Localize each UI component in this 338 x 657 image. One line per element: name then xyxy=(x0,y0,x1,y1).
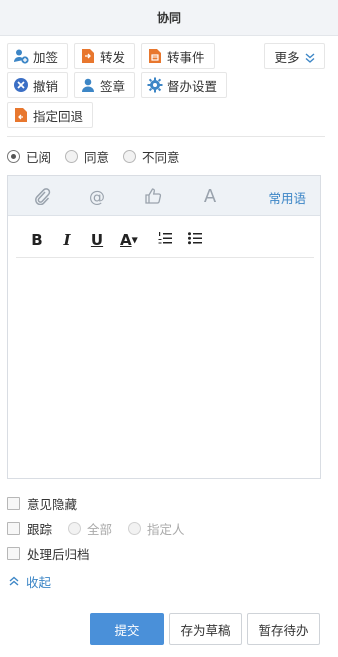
to-event-button[interactable]: 转事件 xyxy=(141,43,215,69)
common-phrases-link[interactable]: 常用语 xyxy=(268,188,306,207)
forward-doc-icon xyxy=(80,48,96,64)
italic-button[interactable]: I xyxy=(60,230,74,250)
proxy-setting-label: 督办设置 xyxy=(167,78,218,94)
radio-disagree-label: 不同意 xyxy=(142,149,180,165)
font-color-letter: A xyxy=(120,231,132,249)
opinion-editor: @ A 常用语 B I U A▼ xyxy=(7,175,321,479)
hold-pending-button[interactable]: 暂存待办 xyxy=(247,613,320,645)
sign-seal-label: 签章 xyxy=(100,78,126,94)
forward-button[interactable]: 转发 xyxy=(74,43,135,69)
hide-opinion-label: 意见隐藏 xyxy=(27,496,78,512)
proxy-setting-button[interactable]: 督办设置 xyxy=(141,72,227,98)
opinion-radio-group: 已阅 同意 不同意 xyxy=(7,147,194,165)
submit-button[interactable]: 提交 xyxy=(90,613,164,645)
track-specified-radio[interactable]: 指定人 xyxy=(128,519,185,538)
track-checkbox[interactable]: 跟踪 xyxy=(7,519,52,538)
track-row: 跟踪 全部 指定人 xyxy=(7,519,185,537)
more-button[interactable]: 更多 xyxy=(264,43,325,69)
collapse-toggle[interactable]: 收起 xyxy=(8,572,51,590)
archive-after-label: 处理后归档 xyxy=(27,546,90,562)
underline-button[interactable]: U xyxy=(90,230,104,250)
format-toolbar: B I U A▼ xyxy=(16,222,314,258)
caret-down-icon: ▼ xyxy=(131,235,138,245)
add-user-icon xyxy=(13,48,29,64)
bold-button[interactable]: B xyxy=(30,230,44,250)
radio-agree[interactable]: 同意 xyxy=(65,147,109,166)
add-sign-label: 加签 xyxy=(33,49,59,65)
track-all-radio[interactable]: 全部 xyxy=(68,519,112,538)
radio-read-circle[interactable] xyxy=(7,149,20,163)
sign-seal-button[interactable]: 签章 xyxy=(74,72,135,98)
more-label: 更多 xyxy=(274,49,300,65)
assign-return-button[interactable]: 指定回退 xyxy=(7,102,93,128)
track-label: 跟踪 xyxy=(27,521,53,537)
event-doc-icon xyxy=(147,48,163,64)
hide-opinion-box[interactable] xyxy=(7,496,20,510)
gear-icon xyxy=(147,77,163,93)
divider xyxy=(7,136,325,137)
revoke-button[interactable]: 撤销 xyxy=(7,72,68,98)
track-all-label: 全部 xyxy=(87,521,113,537)
track-box[interactable] xyxy=(7,521,20,535)
ordered-list-icon[interactable] xyxy=(157,230,173,250)
revoke-x-icon xyxy=(13,77,29,93)
forward-label: 转发 xyxy=(100,49,126,65)
to-event-label: 转事件 xyxy=(167,49,205,65)
double-chevron-up-icon xyxy=(8,575,20,587)
archive-after-checkbox[interactable]: 处理后归档 xyxy=(7,544,90,562)
editor-toolbar-top: @ A 常用语 xyxy=(8,176,320,216)
radio-read[interactable]: 已阅 xyxy=(7,147,51,166)
add-sign-button[interactable]: 加签 xyxy=(7,43,68,69)
track-all-circle[interactable] xyxy=(68,521,82,535)
bullet-list-icon[interactable] xyxy=(187,230,203,250)
mention-icon[interactable]: @ xyxy=(87,187,107,207)
thumbs-up-icon[interactable] xyxy=(143,187,163,207)
track-specified-circle[interactable] xyxy=(128,521,142,535)
radio-agree-circle[interactable] xyxy=(65,149,79,163)
save-draft-button[interactable]: 存为草稿 xyxy=(169,613,242,645)
radio-read-label: 已阅 xyxy=(26,149,52,165)
radio-agree-label: 同意 xyxy=(84,149,110,165)
seal-user-icon xyxy=(80,77,96,93)
hide-opinion-checkbox[interactable]: 意见隐藏 xyxy=(7,494,77,512)
return-doc-icon xyxy=(13,107,29,123)
window-title: 协同 xyxy=(0,0,338,36)
track-specified-label: 指定人 xyxy=(147,521,185,537)
double-chevron-down-icon xyxy=(305,51,315,63)
radio-disagree-circle[interactable] xyxy=(123,149,137,163)
font-color-button[interactable]: A▼ xyxy=(120,230,144,250)
archive-after-box[interactable] xyxy=(7,546,20,560)
collapse-label: 收起 xyxy=(26,574,52,590)
font-style-icon[interactable]: A xyxy=(200,187,220,207)
revoke-label: 撤销 xyxy=(33,78,59,94)
assign-return-label: 指定回退 xyxy=(33,108,84,124)
paperclip-icon[interactable] xyxy=(32,187,52,207)
radio-disagree[interactable]: 不同意 xyxy=(123,147,180,166)
